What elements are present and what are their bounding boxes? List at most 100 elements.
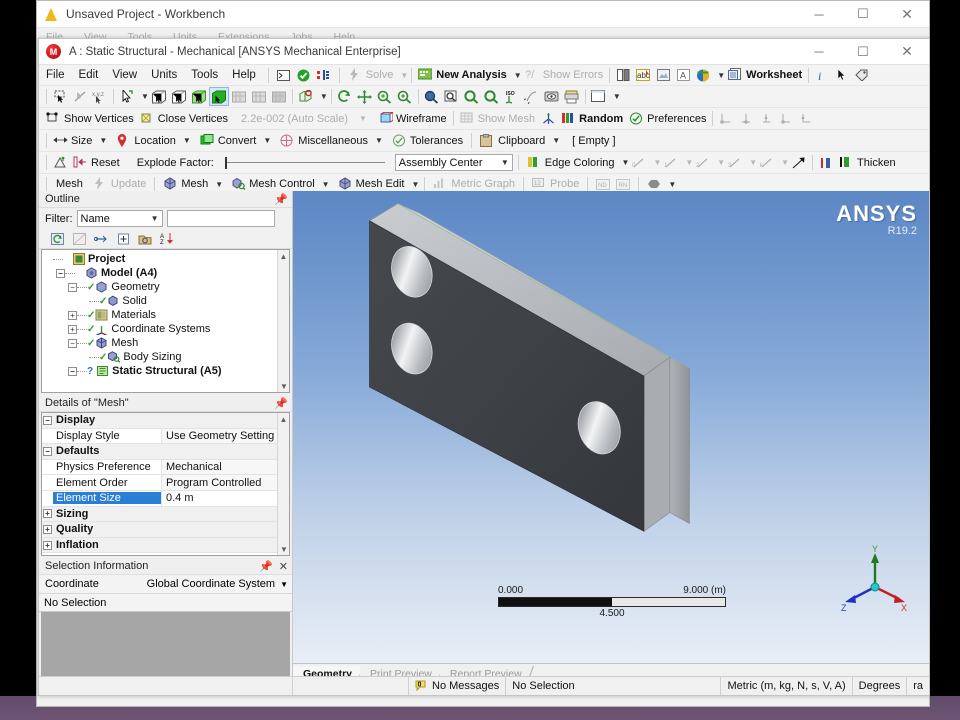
solve-button[interactable]: Solve bbox=[345, 66, 397, 85]
details-pin-icon[interactable]: 📌 bbox=[274, 397, 288, 410]
mechanical-minimize-button[interactable]: ─ bbox=[797, 39, 841, 65]
mechanical-maximize-button[interactable]: ☐ bbox=[841, 39, 885, 65]
zoom-out-icon[interactable] bbox=[482, 87, 502, 106]
preferences-button[interactable]: Preferences bbox=[626, 109, 709, 128]
solve-dropdown-icon[interactable]: ▼ bbox=[400, 71, 408, 80]
tree-item-model-a4[interactable]: − Model (A4) bbox=[44, 266, 289, 280]
auto-scale-value[interactable]: 2.2e-002 (Auto Scale) bbox=[235, 109, 351, 128]
display-toolbar[interactable]: Show Vertices Close Vertices 2.2e-002 (A… bbox=[39, 107, 929, 129]
tree-item-body-sizing[interactable]: ✓ Body Sizing bbox=[44, 350, 289, 364]
check-circle-icon[interactable] bbox=[294, 66, 314, 85]
selection-information-pin-icon[interactable]: 📌 bbox=[259, 560, 273, 573]
edge-thickness-2-icon[interactable]: 2 bbox=[693, 153, 713, 172]
image-to-clipboard-icon[interactable]: abc bbox=[633, 66, 653, 85]
details-expander[interactable]: − bbox=[42, 446, 53, 456]
coordinate-row[interactable]: Coordinate Global Coordinate System ▼ bbox=[39, 575, 292, 594]
menu-edit[interactable]: Edit bbox=[72, 65, 106, 86]
tree-rows[interactable]: Project − Model (A4) − ✓ Geometry ✓ Solid + ✓ Mate… bbox=[42, 250, 289, 378]
filter-type-dropdown-icon[interactable]: ▼ bbox=[151, 214, 159, 223]
assembly-center-dropdown-icon[interactable]: ▼ bbox=[501, 158, 509, 167]
edge-coloring-dropdown-icon[interactable]: ▼ bbox=[622, 158, 630, 167]
details-rows[interactable]: − Display Display Style Use Geometry Settin… bbox=[42, 413, 289, 554]
filter-tree-icon[interactable] bbox=[91, 229, 111, 248]
menu-units[interactable]: Units bbox=[144, 65, 184, 86]
tree-item-geometry[interactable]: − ✓ Geometry bbox=[44, 280, 289, 294]
select-edges-icon[interactable] bbox=[169, 87, 189, 106]
magnify-region-icon[interactable] bbox=[442, 87, 462, 106]
set-view-icon[interactable] bbox=[522, 87, 542, 106]
menu-tools[interactable]: Tools bbox=[184, 65, 225, 86]
named-selection-icon[interactable] bbox=[314, 66, 334, 85]
reset-explode-button[interactable]: Reset bbox=[70, 153, 123, 172]
outline-scrollbar[interactable]: ▲ ▼ bbox=[277, 250, 289, 392]
worksheet-button[interactable]: Worksheet bbox=[725, 66, 805, 85]
new-analysis-button[interactable]: New Analysis bbox=[415, 66, 510, 85]
print-icon[interactable] bbox=[562, 87, 582, 106]
expand-tree-icon[interactable] bbox=[113, 229, 133, 248]
outline-scroll-up-icon[interactable]: ▲ bbox=[278, 250, 289, 262]
tree-item-static-structural-a5[interactable]: −? Static Structural (A5) bbox=[44, 364, 289, 378]
box-zoom-icon[interactable] bbox=[395, 87, 415, 106]
workbench-minimize-button[interactable]: ─ bbox=[797, 1, 841, 27]
mechanical-window-controls[interactable]: ─ ☐ ✕ bbox=[797, 39, 929, 65]
color-legend-icon[interactable] bbox=[693, 66, 713, 85]
thicken-annotation-icon[interactable] bbox=[538, 109, 558, 128]
status-messages[interactable]: 0 No Messages bbox=[409, 677, 507, 695]
color-legend-dropdown-icon[interactable]: ▼ bbox=[717, 71, 725, 80]
clipboard-button[interactable]: Clipboard bbox=[477, 131, 548, 150]
tolerances-button[interactable]: Tolerances bbox=[389, 131, 466, 150]
size-dropdown-icon[interactable]: ▼ bbox=[99, 136, 107, 145]
go-to-icon[interactable] bbox=[135, 229, 155, 248]
details-row-quality[interactable]: + Quality bbox=[42, 522, 289, 538]
explode-slider-handle[interactable] bbox=[224, 156, 227, 169]
iso-view-icon[interactable]: ISO bbox=[502, 87, 522, 106]
details-value[interactable]: Mechanical bbox=[161, 459, 289, 475]
convert-button[interactable]: Convert bbox=[197, 131, 260, 150]
explode-factor-slider[interactable] bbox=[224, 156, 385, 170]
miscellaneous-button[interactable]: Miscellaneous bbox=[277, 131, 371, 150]
edge-thickness-1-dropdown-icon[interactable]: ▼ bbox=[685, 158, 693, 167]
show-errors-button[interactable]: ?/ Show Errors bbox=[522, 66, 607, 85]
graphics-canvas[interactable]: ANSYS R19.2 0.000 9.000 (m) 4.500 Y X Z bbox=[293, 191, 929, 663]
zoom-in-icon[interactable] bbox=[462, 87, 482, 106]
details-grid[interactable]: − Display Display Style Use Geometry Settin… bbox=[41, 412, 290, 556]
image-from-file-icon[interactable] bbox=[653, 66, 673, 85]
details-row-defaults[interactable]: − Defaults bbox=[42, 444, 289, 460]
edge-graphics-5-icon[interactable] bbox=[796, 109, 816, 128]
viewport-layout-icon[interactable] bbox=[589, 87, 609, 106]
rotate-view-icon[interactable] bbox=[335, 87, 355, 106]
workbench-window-controls[interactable]: ─ ☐ ✕ bbox=[797, 1, 929, 27]
location-dropdown-icon[interactable]: ▼ bbox=[183, 136, 191, 145]
outline-filter-row[interactable]: Filter: Name ▼ bbox=[39, 208, 292, 229]
select-mesh-faces-icon[interactable] bbox=[269, 87, 289, 106]
edge-graphics-1-icon[interactable] bbox=[716, 109, 736, 128]
details-scroll-down-icon[interactable]: ▼ bbox=[278, 543, 289, 555]
image-to-file-icon[interactable] bbox=[613, 66, 633, 85]
menu-file[interactable]: File bbox=[39, 65, 72, 86]
viewport-layout-dropdown-icon[interactable]: ▼ bbox=[613, 92, 621, 101]
random-colors-button[interactable]: Random bbox=[558, 109, 626, 128]
rotate-dropdown-icon[interactable]: ▼ bbox=[320, 92, 328, 101]
edge-thickness-3-icon[interactable]: 3 bbox=[725, 153, 745, 172]
size-button[interactable]: Size bbox=[50, 131, 95, 150]
edge-thickness-1-icon[interactable]: 1 bbox=[661, 153, 681, 172]
sort-az-icon[interactable]: AZ bbox=[157, 229, 177, 248]
selection-toolbar[interactable]: x,y,z ▼ ▼ ISO ▼ bbox=[39, 85, 929, 107]
show-vertices-button[interactable]: Show Vertices bbox=[43, 109, 137, 128]
tree-item-mesh[interactable]: − ✓ Mesh bbox=[44, 336, 289, 350]
workbench-maximize-button[interactable]: ☐ bbox=[841, 1, 885, 27]
outline-tree[interactable]: Project − Model (A4) − ✓ Geometry ✓ Solid + ✓ Mate… bbox=[41, 249, 290, 393]
details-expander[interactable]: + bbox=[42, 540, 53, 550]
tree-item-project[interactable]: Project bbox=[44, 252, 289, 266]
details-row-physics-preference[interactable]: Physics Preference Mechanical bbox=[42, 459, 289, 476]
details-expander[interactable]: + bbox=[42, 509, 53, 519]
edge-thickness-0-icon[interactable]: 0 bbox=[629, 153, 649, 172]
details-row-inflation[interactable]: + Inflation bbox=[42, 537, 289, 554]
coordinate-triad[interactable]: Y X Z bbox=[839, 545, 909, 615]
info-icon[interactable]: i bbox=[812, 66, 832, 85]
select-mesh-elements-icon[interactable] bbox=[249, 87, 269, 106]
details-value[interactable]: 0.4 m bbox=[161, 490, 289, 506]
select-vertices-icon[interactable] bbox=[149, 87, 169, 106]
clipboard-dropdown-icon[interactable]: ▼ bbox=[552, 136, 560, 145]
zoom-to-fit-icon[interactable] bbox=[422, 87, 442, 106]
